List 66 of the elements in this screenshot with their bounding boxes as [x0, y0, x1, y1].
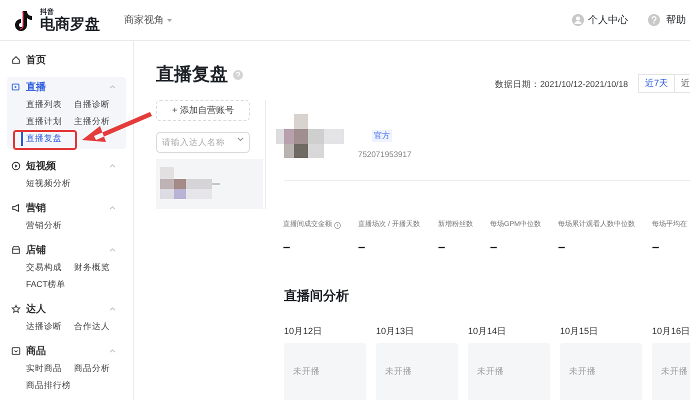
chevron-up-icon[interactable] — [109, 349, 116, 353]
account-list-item[interactable] — [156, 159, 263, 209]
submenu-item[interactable]: 短视频分析 — [26, 176, 74, 191]
help-link[interactable]: 帮助 — [666, 12, 686, 28]
menu-item[interactable]: 短视频 — [26, 158, 56, 174]
submenu-item[interactable]: 直播计划 — [26, 114, 74, 129]
megaphone-icon — [11, 203, 21, 213]
stat-value: – — [652, 238, 660, 256]
logo-text: 电商罗盘 — [40, 16, 100, 32]
caret-icon — [167, 18, 172, 22]
submenu-item[interactable]: 商品分析 — [74, 361, 122, 376]
account-id: 752071953917 — [358, 149, 412, 161]
add-account-button[interactable]: + 添加自营账号 — [156, 100, 250, 121]
menu-item[interactable]: 首页 — [26, 52, 46, 68]
submenu-item[interactable]: 营销分析 — [26, 218, 74, 233]
stat-value: – — [490, 238, 498, 256]
chevron-up-icon[interactable] — [109, 307, 116, 311]
section-title: 直播间分析 — [284, 287, 350, 305]
submenu-item[interactable]: 直播列表 — [26, 97, 74, 112]
stat-value: – — [283, 238, 290, 256]
page-title: 直播复盘 — [156, 63, 228, 86]
menu-item[interactable]: 达人 — [26, 302, 46, 316]
submenu-item[interactable]: 直播复盘 — [21, 131, 74, 146]
chevron-up-icon[interactable] — [109, 248, 116, 252]
help-icon — [648, 14, 660, 26]
range-tab[interactable]: 近7天 — [638, 74, 675, 93]
submenu-item[interactable]: 主播分析 — [74, 114, 122, 129]
menu-item[interactable]: 直播 — [26, 80, 46, 94]
submenu-item[interactable]: 合作达人 — [74, 319, 122, 334]
home-icon — [11, 55, 21, 65]
star-icon — [11, 304, 21, 314]
highlight-box — [13, 130, 77, 150]
search-field[interactable]: 请输入达人名称 — [156, 132, 250, 152]
day-label: 10月13日 — [376, 324, 416, 338]
chevron-up-icon[interactable] — [109, 164, 116, 168]
range-tab[interactable]: 近 — [675, 74, 690, 93]
store-icon — [11, 245, 21, 255]
day-label: 10月12日 — [284, 324, 324, 338]
user-center-link[interactable]: 个人中心 — [588, 12, 628, 28]
chevron-up-icon[interactable] — [109, 85, 116, 89]
play-icon — [11, 82, 21, 92]
submenu-item[interactable]: 商品排行榜 — [26, 378, 74, 393]
user-icon — [572, 14, 584, 26]
stat-value: – — [358, 238, 366, 256]
stat-value: – — [438, 238, 446, 256]
menu-item[interactable]: 营销 — [26, 200, 46, 216]
submenu-item[interactable]: 达播诊断 — [26, 319, 74, 334]
day-label: 10月16日 — [652, 324, 690, 338]
chevron-down-icon — [237, 137, 244, 142]
official-badge: 官方 — [372, 130, 392, 142]
submenu-item[interactable]: 实时商品 — [26, 361, 74, 376]
submenu-item[interactable]: FACT榜单 — [26, 277, 74, 292]
submenu-item[interactable]: 自播诊断 — [74, 97, 122, 112]
menu-item[interactable]: 商品 — [26, 344, 46, 358]
help-icon — [233, 70, 243, 80]
stat-value: – — [558, 238, 566, 256]
submenu-item[interactable]: 交易构成 — [26, 260, 74, 275]
day-label: 10月14日 — [468, 324, 508, 338]
menu-item[interactable]: 店铺 — [26, 242, 46, 258]
submenu-item[interactable]: 财务概览 — [74, 260, 122, 275]
box-icon — [11, 346, 21, 356]
day-label: 10月15日 — [560, 324, 600, 338]
chevron-up-icon[interactable] — [109, 206, 116, 210]
view-switch-dropdown[interactable]: 商家视角 — [124, 12, 172, 28]
play-circle-icon — [11, 161, 21, 171]
date-range: 数据日期：2021/10/12-2021/10/18 — [495, 78, 628, 91]
